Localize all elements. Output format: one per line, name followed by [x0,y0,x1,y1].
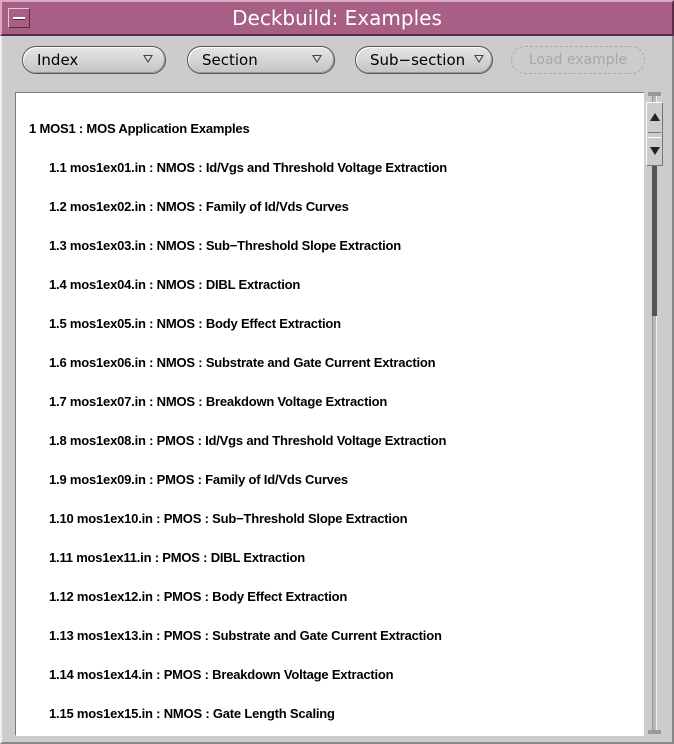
deckbuild-examples-window: Deckbuild: Examples Index Section Sub−se… [0,0,674,744]
index-menu-button[interactable]: Index [22,46,166,74]
example-list-item[interactable]: 1.2 mos1ex02.in : NMOS : Family of Id/Vd… [49,199,349,214]
subsection-menu-label: Sub−section [370,51,466,69]
vertical-scrollbar[interactable] [645,92,664,736]
scrollbar-elevator[interactable] [646,102,663,166]
arrow-down-icon[interactable] [648,141,661,161]
scrollbar-proportion-indicator [652,166,657,316]
example-list-item[interactable]: 1.12 mos1ex12.in : PMOS : Body Effect Ex… [49,589,347,604]
example-list-item[interactable]: 1.6 mos1ex06.in : NMOS : Substrate and G… [49,355,436,370]
section-menu-button[interactable]: Section [187,46,335,74]
example-list-item[interactable]: 1.10 mos1ex10.in : PMOS : Sub−Threshold … [49,511,408,526]
elevator-drag-area[interactable] [648,132,661,138]
load-example-button[interactable]: Load example [511,46,645,74]
example-list-item[interactable]: 1.14 mos1ex14.in : PMOS : Breakdown Volt… [49,667,394,682]
example-list-item[interactable]: 1.3 mos1ex03.in : NMOS : Sub−Threshold S… [49,238,401,253]
examples-text-pane[interactable]: 1 MOS1 : MOS Application Examples 1.1 mo… [15,92,644,736]
window-title: Deckbuild: Examples [232,6,442,30]
example-list-item[interactable]: 1.9 mos1ex09.in : PMOS : Family of Id/Vd… [49,472,348,487]
examples-heading: 1 MOS1 : MOS Application Examples [29,121,250,136]
index-menu-label: Index [37,51,79,69]
example-list-item[interactable]: 1.5 mos1ex05.in : NMOS : Body Effect Ext… [49,316,341,331]
example-list-item[interactable]: 1.13 mos1ex13.in : PMOS : Substrate and … [49,628,442,643]
triangle-down-icon [474,55,484,63]
example-list-item[interactable]: 1.7 mos1ex07.in : NMOS : Breakdown Volta… [49,394,387,409]
examples-content-frame: 1 MOS1 : MOS Application Examples 1.1 mo… [0,84,674,744]
example-list-item[interactable]: 1.4 mos1ex04.in : NMOS : DIBL Extraction [49,277,300,292]
triangle-down-icon [312,55,322,63]
arrow-up-icon[interactable] [648,107,661,127]
example-list-item[interactable]: 1.11 mos1ex11.in : PMOS : DIBL Extractio… [49,550,305,565]
example-list-item[interactable]: 1.1 mos1ex01.in : NMOS : Id/Vgs and Thre… [49,160,447,175]
example-list-item[interactable]: 1.15 mos1ex15.in : NMOS : Gate Length Sc… [49,706,335,721]
toolbar: Index Section Sub−section Load example [0,36,674,84]
title-bar[interactable]: Deckbuild: Examples [0,0,674,36]
load-example-label: Load example [528,52,628,68]
scrollbar-bottom-cap [648,730,661,734]
section-menu-label: Section [202,51,258,69]
example-list-item[interactable]: 1.8 mos1ex08.in : PMOS : Id/Vgs and Thre… [49,433,446,448]
subsection-menu-button[interactable]: Sub−section [355,46,493,74]
triangle-down-icon [143,55,153,63]
